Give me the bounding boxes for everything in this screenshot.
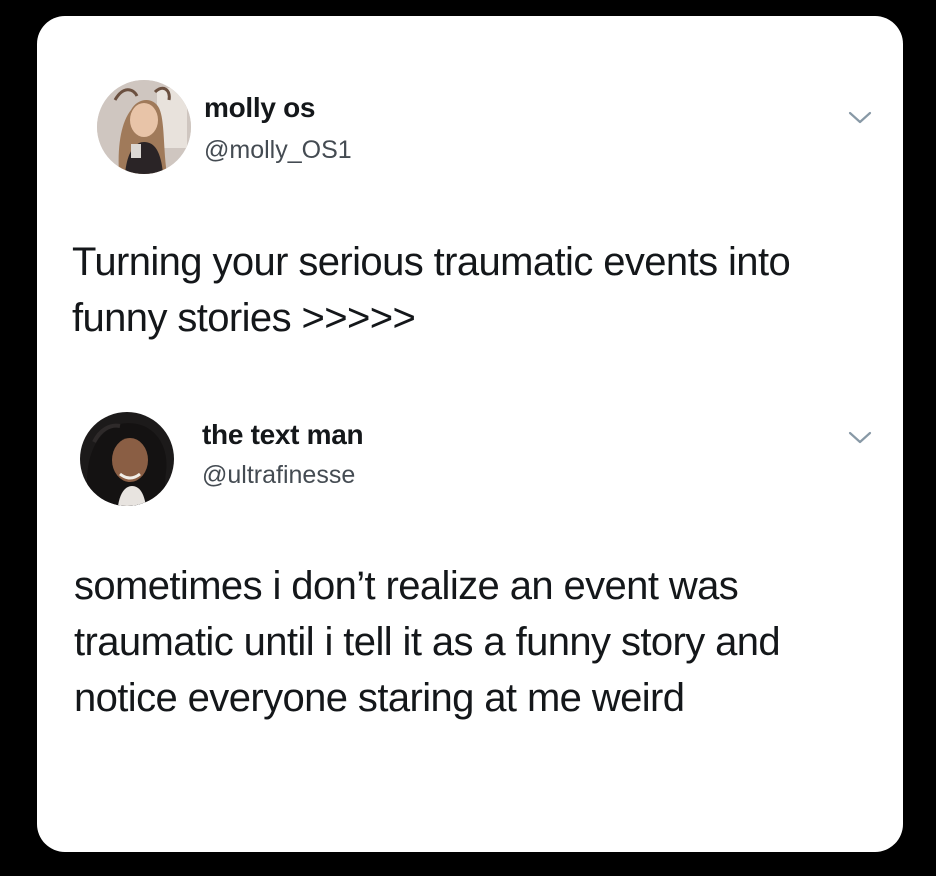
avatar[interactable] [80, 412, 174, 506]
user-handle[interactable]: @molly_OS1 [204, 136, 352, 165]
display-name[interactable]: molly os [204, 92, 315, 124]
display-name[interactable]: the text man [202, 419, 364, 451]
profile-photo-icon [80, 412, 174, 506]
tweet-text: Turning your serious traumatic events in… [72, 240, 791, 340]
profile-photo-icon [97, 80, 191, 174]
tweet-screenshot-card: molly os @molly_OS1 Turning your serious… [37, 16, 903, 852]
chevron-down-icon[interactable] [847, 430, 873, 446]
tweet-text: sometimes i don’t realize an event was t… [74, 564, 781, 720]
avatar[interactable] [97, 80, 191, 174]
user-handle[interactable]: @ultrafinesse [202, 461, 355, 490]
chevron-down-icon[interactable] [847, 110, 873, 126]
